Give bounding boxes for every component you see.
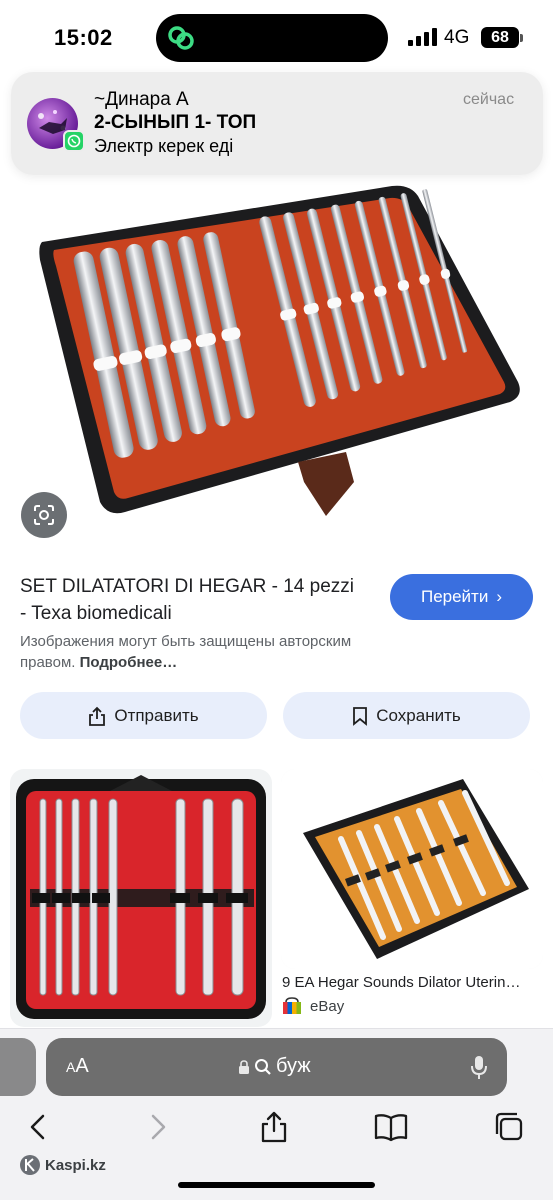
chevron-right-icon: › [496,587,503,606]
signal-icon [408,28,437,46]
back-icon[interactable] [22,1110,56,1144]
go-button-label: Перейти [420,587,489,606]
result-title[interactable]: SET DILATATORI DI HEGAR - 14 pezzi - Tex… [20,573,360,627]
microphone-icon[interactable] [470,1054,488,1080]
copyright-notice: Изображения могут быть защищены авторски… [20,631,400,673]
related-title[interactable]: 9 EA Hegar Sounds Dilator Uterin… [282,974,544,991]
share-page-icon[interactable] [257,1110,291,1144]
save-button[interactable]: Сохранить [283,692,530,739]
product-image[interactable] [30,182,525,522]
share-label: Отправить [114,705,199,725]
battery-tip [520,34,523,42]
ebay-icon [283,997,301,1014]
network-type: 4G [444,27,470,48]
notification-group: 2-СЫНЫП 1- ТОП [94,112,257,133]
battery-icon: 68 [481,27,519,48]
notification-message: Электр керек еді [94,136,234,156]
whatsapp-icon [63,130,85,152]
bookmarks-icon[interactable] [374,1110,408,1144]
reader-options-button[interactable]: AA [66,1055,89,1078]
status-time: 15:02 [54,25,113,50]
search-icon [255,1058,271,1075]
dynamic-island[interactable] [156,14,388,62]
notification-banner[interactable]: сейчас [11,72,543,175]
google-lens-button[interactable] [21,492,67,538]
tabs-icon[interactable] [493,1110,527,1144]
lens-icon [34,505,54,525]
bookmark-icon [353,706,368,726]
forward-icon[interactable] [140,1110,174,1144]
related-image [281,769,543,969]
related-result-card-ebay[interactable] [281,769,543,969]
related-result-card[interactable] [10,769,272,1027]
search-query: буж [276,1055,311,1077]
save-label: Сохранить [376,705,461,725]
copyright-text: Изображения могут быть защищены авторски… [20,633,352,671]
link-icon [168,26,194,50]
learn-more-link[interactable]: Подробнее… [80,654,178,671]
share-icon [89,706,106,726]
watermark: Kaspi.kz [19,1154,106,1176]
url-field[interactable]: буж [238,1055,311,1078]
kaspi-logo-icon [20,1155,40,1175]
notification-sender: ~Динара А [94,89,189,110]
previous-tab-preview[interactable] [0,1038,36,1096]
go-button[interactable]: Перейти › [390,574,533,620]
home-indicator[interactable] [178,1182,375,1188]
watermark-text: Kaspi.kz [45,1156,106,1174]
notification-time: сейчас [463,91,515,108]
share-button[interactable]: Отправить [20,692,267,739]
status-bar: 15:02 4G 68 [0,0,553,76]
related-image [16,775,266,1019]
related-source: eBay [310,998,345,1015]
lock-icon [239,1059,249,1074]
